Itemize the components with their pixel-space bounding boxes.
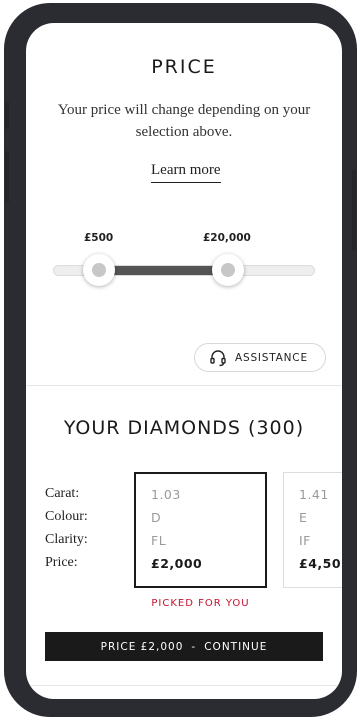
phone-side-button	[5, 151, 9, 203]
picked-for-you-label: PICKED FOR YOU	[151, 598, 250, 609]
section-divider	[26, 385, 342, 386]
headset-icon	[209, 349, 227, 367]
card-carat: 1.41	[299, 487, 329, 502]
price-slider-range-fill	[99, 266, 227, 275]
phone-side-button	[5, 101, 9, 129]
card-carat: 1.03	[151, 487, 181, 502]
slider-min-label: £500	[84, 232, 114, 244]
screen: PRICE Your price will change depending o…	[26, 23, 342, 699]
continue-separator: -	[191, 640, 197, 653]
phone-frame: PRICE Your price will change depending o…	[4, 3, 357, 717]
card-price: £4,50	[299, 556, 342, 571]
assistance-label: ASSISTANCE	[235, 351, 308, 364]
card-clarity: FL	[151, 533, 167, 548]
continue-button[interactable]: PRICE £2,000 - CONTINUE	[45, 632, 323, 661]
continue-action-text: CONTINUE	[204, 640, 268, 653]
slider-max-label: £20,000	[203, 232, 251, 244]
price-title: PRICE	[151, 56, 217, 78]
price-description: Your price will change depending on your…	[57, 102, 311, 140]
card-colour: D	[151, 510, 162, 525]
diamond-card[interactable]: 1.41 E IF £4,50	[283, 472, 342, 588]
card-clarity: IF	[299, 533, 311, 548]
spec-label-price: Price:	[45, 555, 78, 570]
spec-label-clarity: Clarity:	[45, 532, 88, 547]
learn-more-link[interactable]: Learn more	[151, 162, 221, 183]
spec-label-colour: Colour:	[45, 509, 88, 524]
card-price: £2,000	[151, 556, 203, 571]
price-slider-min-thumb[interactable]	[83, 254, 115, 286]
bottom-divider	[26, 685, 342, 686]
price-slider-max-thumb[interactable]	[212, 254, 244, 286]
diamond-card-selected[interactable]: 1.03 D FL £2,000	[134, 472, 267, 588]
phone-side-button	[352, 169, 356, 251]
card-colour: E	[299, 510, 308, 525]
assistance-button[interactable]: ASSISTANCE	[194, 343, 326, 372]
continue-price-text: PRICE £2,000	[100, 640, 184, 653]
spec-label-carat: Carat:	[45, 486, 80, 501]
diamonds-title: YOUR DIAMONDS (300)	[63, 417, 305, 439]
